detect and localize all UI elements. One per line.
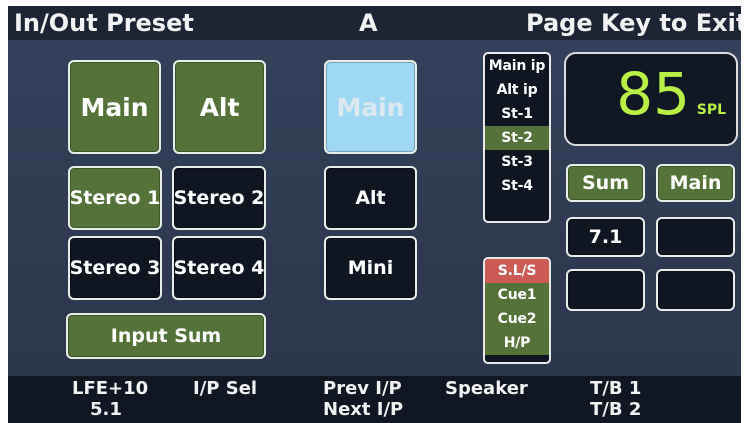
talkback-2-softkey-label[interactable]: T/B 2	[590, 400, 641, 420]
cue-source-list: S.L/S Cue1 Cue2 H/P	[483, 257, 551, 364]
alt-output-button[interactable]: Alt	[324, 166, 417, 230]
cue-list-item[interactable]: Cue1	[485, 283, 549, 307]
talkback-1-softkey-label[interactable]: T/B 1	[590, 379, 641, 399]
alt-input-button[interactable]: Alt	[173, 60, 266, 154]
empty-speaker-button[interactable]	[656, 269, 735, 311]
selected-main-output-button[interactable]: Main	[324, 60, 417, 154]
spl-meter: 85 SPL	[564, 52, 738, 146]
spl-value: 85	[616, 60, 690, 128]
input-list-item[interactable]: St-1	[485, 102, 549, 126]
spl-unit: SPL	[696, 102, 726, 118]
main-input-button[interactable]: Main	[68, 60, 161, 154]
stereo-1-button[interactable]: Stereo 1	[68, 166, 162, 230]
cue-list-item[interactable]: S.L/S	[485, 259, 549, 283]
input-sum-button[interactable]: Input Sum	[66, 313, 266, 359]
stereo-4-button[interactable]: Stereo 4	[172, 236, 266, 300]
input-source-list: Main ip Alt ip St-1 St-2 St-3 St-4	[483, 52, 551, 223]
input-list-item[interactable]: St-2	[485, 126, 549, 150]
exit-hint: Page Key to Exit	[526, 9, 741, 37]
format-softkey-label[interactable]: 5.1	[90, 400, 122, 420]
speaker-softkey-label[interactable]: Speaker	[445, 379, 528, 399]
page-title: In/Out Preset	[14, 9, 194, 37]
cue-list-item[interactable]: H/P	[485, 331, 549, 355]
in-out-preset-panel: In/Out Preset A Page Key to Exit Main Al…	[8, 6, 741, 423]
previous-input-softkey-label[interactable]: Prev I/P	[323, 379, 402, 399]
input-list-item[interactable]: Alt ip	[485, 78, 549, 102]
next-input-softkey-label[interactable]: Next I/P	[323, 400, 403, 420]
input-list-item[interactable]: Main ip	[485, 54, 549, 78]
empty-speaker-button[interactable]	[656, 217, 735, 257]
sum-button[interactable]: Sum	[566, 164, 645, 202]
stereo-3-button[interactable]: Stereo 3	[68, 236, 162, 300]
mini-output-button[interactable]: Mini	[324, 236, 417, 300]
empty-speaker-button[interactable]	[566, 269, 645, 311]
monitor-screen: In/Out Preset A Page Key to Exit Main Al…	[0, 0, 749, 423]
lfe-softkey-label[interactable]: LFE+10	[72, 379, 148, 399]
preset-letter: A	[359, 9, 378, 37]
format-button[interactable]: 7.1	[566, 217, 645, 257]
header-bar: In/Out Preset A Page Key to Exit	[8, 6, 741, 40]
cue-list-item[interactable]: Cue2	[485, 307, 549, 331]
softkey-bar: LFE+10 5.1 I/P Sel Prev I/P Next I/P Spe…	[8, 376, 741, 423]
ip-select-softkey-label[interactable]: I/P Sel	[193, 379, 257, 399]
input-list-item[interactable]: St-4	[485, 174, 549, 198]
stereo-2-button[interactable]: Stereo 2	[172, 166, 266, 230]
speaker-main-button[interactable]: Main	[656, 164, 735, 202]
input-list-item[interactable]: St-3	[485, 150, 549, 174]
